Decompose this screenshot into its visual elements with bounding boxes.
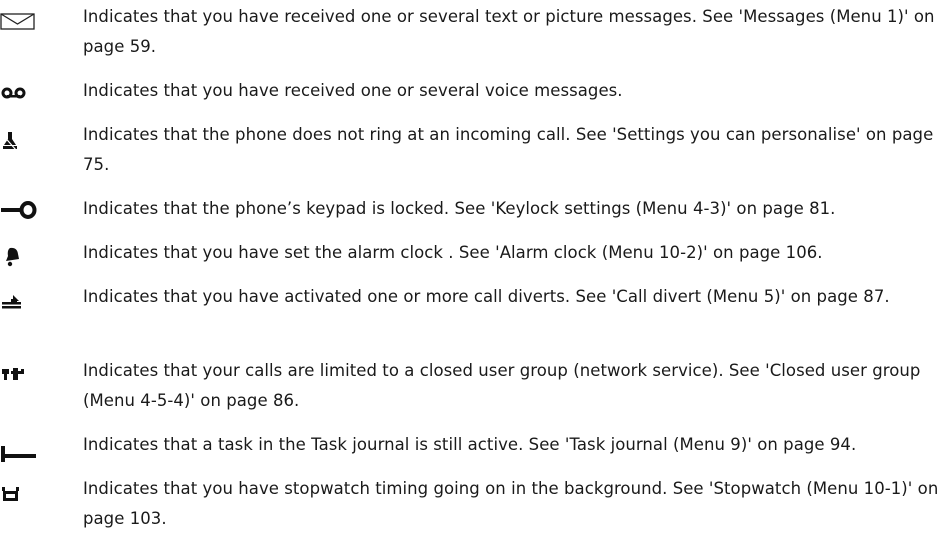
silent-bell-icon <box>0 129 40 155</box>
indicator-description: Indicates that you have received one or … <box>83 81 623 100</box>
voicemail-icon <box>0 83 40 109</box>
indicator-description: Indicates that a task in the Task journa… <box>83 435 857 454</box>
indicator-description: Indicates that your calls are limited to… <box>83 361 921 410</box>
call-divert-icon <box>0 289 40 315</box>
alarm-bell-icon <box>0 245 40 271</box>
indicator-description: Indicates that the phone’s keypad is loc… <box>83 199 836 218</box>
indicator-description: Indicates that you have set the alarm cl… <box>83 243 823 262</box>
indicator-description: Indicates that you have received one or … <box>83 7 935 56</box>
indicator-description: Indicates that you have stopwatch timing… <box>83 479 939 528</box>
task-journal-icon <box>0 438 40 464</box>
indicator-description: Indicates that you have activated one or… <box>83 287 890 306</box>
closed-user-group-icon <box>0 364 40 390</box>
stopwatch-icon <box>0 484 40 510</box>
key-icon <box>0 198 40 224</box>
indicator-description: Indicates that the phone does not ring a… <box>83 125 934 174</box>
envelope-icon <box>0 12 40 38</box>
